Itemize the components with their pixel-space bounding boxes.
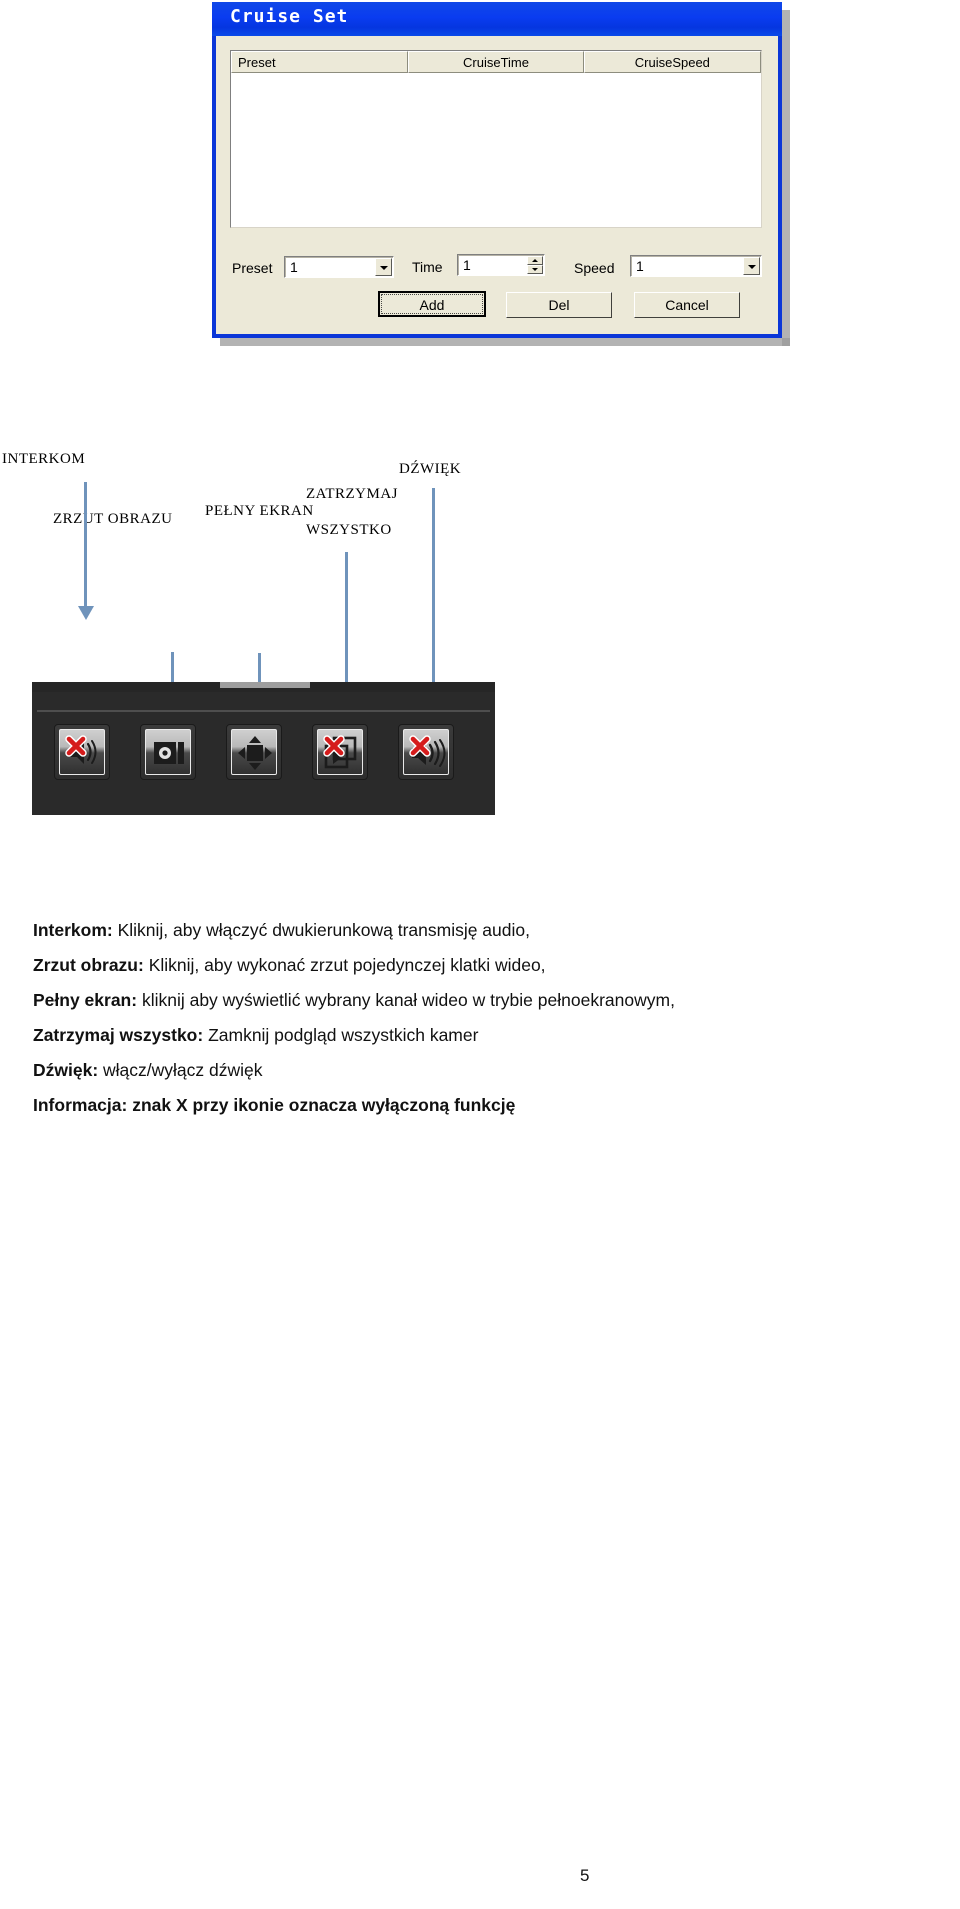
description-line-fullscreen: Pełny ekran: kliknij aby wyświetlić wybr…	[33, 990, 675, 1011]
spinner-up-icon[interactable]	[527, 256, 543, 265]
description-text-snapshot: Kliknij, aby wykonać zrzut pojedynczej k…	[143, 955, 546, 975]
cruise-list-body[interactable]	[231, 73, 761, 227]
callout-arrow-interkom	[78, 606, 94, 620]
description-text-fullscreen: kliknij aby wyświetlić wybrany kanał wid…	[137, 990, 675, 1010]
stop-all-muted-icon	[317, 729, 363, 775]
add-button-label: Add	[381, 294, 483, 314]
toolbar-tab-handle[interactable]	[220, 682, 310, 688]
toolbar-button-stop-all[interactable]	[312, 724, 368, 780]
callout-label-interkom: INTERKOM	[2, 451, 86, 467]
del-button[interactable]: Del	[506, 292, 612, 318]
disabled-x-icon	[409, 735, 431, 757]
description-line-intercom: Interkom: Kliknij, aby włączyć dwukierun…	[33, 920, 530, 941]
description-line-info: Informacja: znak X przy ikonie oznacza w…	[33, 1095, 515, 1116]
preset-label: Preset	[232, 260, 273, 276]
callout-label-zrzut-obrazu: ZRZUT OBRAZU	[53, 511, 173, 527]
page-number: 5	[580, 1866, 590, 1885]
preset-combobox[interactable]: 1	[284, 256, 394, 278]
disabled-x-icon	[65, 735, 87, 757]
chevron-down-icon[interactable]	[375, 258, 392, 276]
cruise-list-header: Preset CruiseTime CruiseSpeed	[231, 51, 761, 73]
speed-label: Speed	[574, 260, 615, 276]
description-term-fullscreen: Pełny ekran:	[33, 990, 138, 1010]
description-term-snapshot: Zrzut obrazu:	[33, 955, 144, 975]
callout-label-wszystko: WSZYSTKO	[306, 522, 392, 538]
description-text-intercom: Kliknij, aby włączyć dwukierunkową trans…	[112, 920, 530, 940]
dialog-title: Cruise Set	[230, 6, 349, 27]
spinner-down-icon[interactable]	[527, 265, 543, 274]
sound-muted-icon	[403, 729, 449, 775]
description-term-stop-all: Zatrzymaj wszystko:	[33, 1025, 204, 1045]
time-label: Time	[412, 259, 443, 275]
toolbar-divider	[37, 710, 490, 712]
description-line-stop-all: Zatrzymaj wszystko: Zamknij podgląd wszy…	[33, 1025, 478, 1046]
cruise-set-dialog: Cruise Set Preset CruiseTime CruiseSpeed…	[212, 2, 782, 338]
time-spinner[interactable]: 1	[457, 254, 545, 276]
add-button[interactable]: Add	[378, 291, 486, 317]
callout-label-pelny-ekran: PEŁNY EKRAN	[205, 503, 314, 519]
cancel-button[interactable]: Cancel	[634, 292, 740, 318]
column-header-preset[interactable]: Preset	[231, 51, 409, 73]
dialog-drop-shadow-bottom	[220, 338, 790, 346]
video-toolbar-screenshot	[32, 682, 495, 815]
callout-label-zatrzymaj: ZATRZYMAJ	[306, 486, 399, 502]
toolbar-button-sound[interactable]	[398, 724, 454, 780]
snapshot-icon	[145, 729, 191, 775]
dialog-titlebar[interactable]: Cruise Set	[212, 2, 782, 36]
description-line-snapshot: Zrzut obrazu: Kliknij, aby wykonać zrzut…	[33, 955, 546, 976]
chevron-down-icon[interactable]	[743, 257, 760, 275]
toolbar-button-snapshot[interactable]	[140, 724, 196, 780]
callout-line-dzwiek	[432, 488, 435, 693]
column-header-cruisespeed[interactable]: CruiseSpeed	[583, 51, 761, 73]
toolbar-button-fullscreen[interactable]	[226, 724, 282, 780]
description-text-stop-all: Zamknij podgląd wszystkich kamer	[203, 1025, 479, 1045]
disabled-x-icon	[323, 735, 345, 757]
callout-label-dzwiek: DŹWIĘK	[399, 461, 462, 477]
time-value: 1	[463, 257, 471, 273]
dialog-drop-shadow-right	[782, 10, 790, 346]
speed-value: 1	[636, 258, 644, 274]
preset-value: 1	[290, 259, 298, 275]
intercom-muted-icon	[59, 729, 105, 775]
description-term-intercom: Interkom:	[33, 920, 113, 940]
callout-line-zatrzymaj-wszystko	[345, 552, 348, 692]
toolbar-button-intercom[interactable]	[54, 724, 110, 780]
description-term-info: Informacja: znak X przy ikonie oznacza w…	[33, 1095, 516, 1115]
speed-combobox[interactable]: 1	[630, 255, 762, 277]
column-header-cruisetime[interactable]: CruiseTime	[408, 51, 584, 73]
description-term-sound: Dźwięk:	[33, 1060, 99, 1080]
fullscreen-icon	[231, 729, 277, 775]
description-text-sound: włącz/wyłącz dźwięk	[98, 1060, 263, 1080]
callout-line-interkom	[84, 482, 87, 609]
description-line-sound: Dźwięk: włącz/wyłącz dźwięk	[33, 1060, 263, 1081]
cruise-list[interactable]: Preset CruiseTime CruiseSpeed	[230, 50, 762, 228]
